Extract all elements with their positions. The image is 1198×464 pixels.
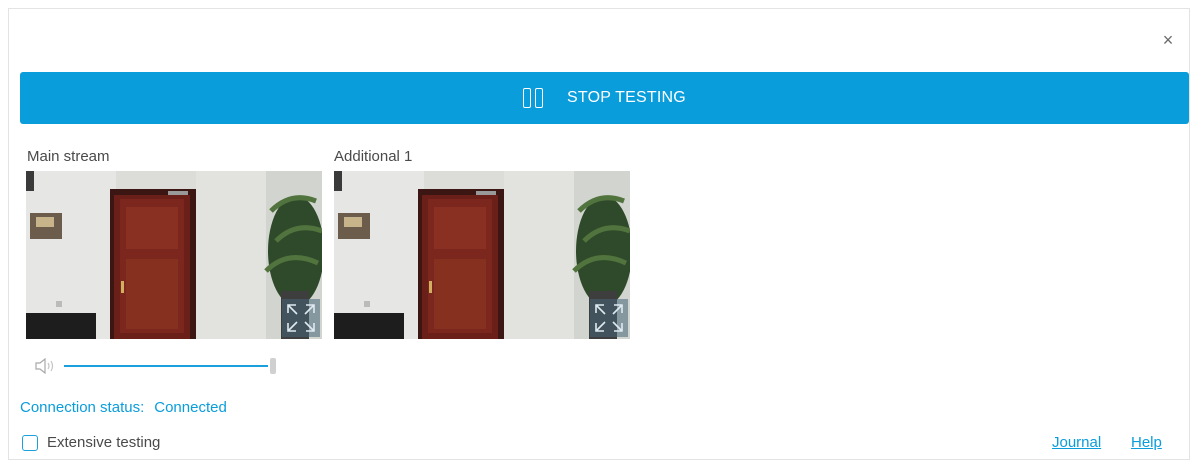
expand-icon[interactable] [590, 299, 628, 337]
volume-control [34, 356, 284, 376]
additional-stream-title: Additional 1 [334, 148, 413, 165]
video-frame-additional [334, 171, 630, 339]
volume-slider-handle[interactable] [270, 358, 276, 374]
extensive-testing-row[interactable]: Extensive testing [22, 434, 160, 451]
connection-status-label: Connection status: [20, 399, 145, 416]
journal-link[interactable]: Journal [1052, 434, 1101, 451]
pause-icon [523, 88, 544, 108]
help-link[interactable]: Help [1131, 434, 1162, 451]
volume-slider-fill [64, 365, 268, 367]
expand-icon[interactable] [282, 299, 320, 337]
additional-stream-video[interactable] [334, 171, 630, 339]
speaker-icon[interactable] [34, 357, 56, 379]
video-frame-main [26, 171, 322, 339]
stop-testing-label: STOP TESTING [567, 89, 686, 106]
extensive-testing-label[interactable]: Extensive testing [47, 434, 160, 451]
connection-status: Connection status: Connected [20, 399, 227, 416]
main-stream-title: Main stream [27, 148, 110, 165]
connection-status-value: Connected [154, 399, 227, 416]
volume-slider-track[interactable] [64, 365, 268, 367]
stop-testing-button[interactable]: STOP TESTING [20, 72, 1189, 124]
close-icon[interactable]: × [1160, 31, 1176, 49]
main-stream-video[interactable] [26, 171, 322, 339]
extensive-testing-checkbox[interactable] [22, 434, 38, 451]
